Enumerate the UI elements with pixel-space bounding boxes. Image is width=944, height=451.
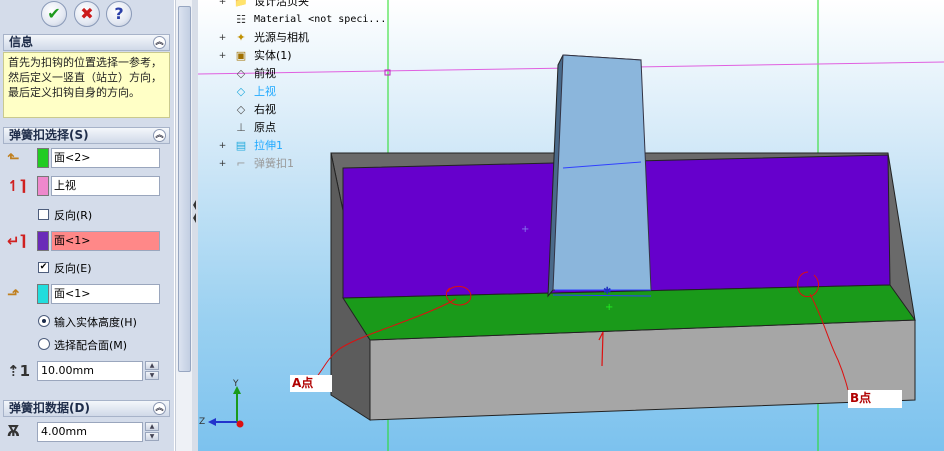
solid-body-icon: ▣ [235, 49, 247, 62]
tree-item-front-plane[interactable]: 前视 [254, 67, 276, 81]
lights-icon: ✦ [236, 31, 246, 44]
scrollbar-thumb[interactable] [178, 6, 191, 372]
face4-selection-field[interactable]: 面<1> [51, 284, 160, 304]
face4-color-swatch [37, 284, 49, 304]
height-icon: ⇡1 [7, 362, 31, 380]
snap-data-title: 弹簧扣数据(D) [9, 401, 90, 415]
plane-icon: ◇ [236, 103, 246, 116]
width-icon: Ѫ [7, 422, 20, 440]
tree-item-lights-cameras[interactable]: 光源与相机 [254, 31, 309, 45]
triad-z-label: Z [199, 417, 205, 427]
info-title: 信息 [9, 35, 34, 49]
collapse-icon[interactable]: ︽ [153, 36, 166, 49]
svg-text:+: + [605, 302, 613, 313]
select-mate-face-radio[interactable] [38, 338, 50, 350]
tree-item-design-binder[interactable]: 设计活页夹 [254, 0, 309, 9]
ok-button[interactable]: ✔ [41, 1, 67, 27]
plane-icon: ◇ [236, 85, 246, 98]
tree-item-origin[interactable]: 原点 [254, 121, 276, 135]
snap-hook-icon: ⌐ [236, 157, 246, 170]
confirm-toolbar: ✔ ✖ ? [0, 0, 174, 30]
extrude-icon: ▤ [235, 139, 247, 152]
graphics-viewport[interactable]: ✱ + + Y Z + 📁 设计活页夹 ☷ Material <not spec… [198, 0, 944, 451]
origin-icon: ⊥ [236, 121, 246, 134]
expand-toggle[interactable]: + [218, 142, 227, 151]
svg-text:✱: ✱ [603, 286, 611, 297]
snap-select-title: 弹簧扣选择(S) [9, 128, 89, 142]
expand-toggle[interactable]: + [218, 0, 227, 7]
input-height-radio[interactable] [38, 315, 50, 327]
width-spin-down-button[interactable]: ▼ [145, 432, 159, 441]
face1-selection-field[interactable]: 面<2> [51, 148, 160, 168]
vertical-direction-icon: ↿⌉ [7, 177, 27, 195]
callout-b-label: B点 [848, 390, 902, 408]
face3-color-swatch [37, 231, 49, 251]
height-input[interactable]: 10.00mm [37, 361, 143, 381]
snap-select-header[interactable]: 弹簧扣选择(S) ︽ [3, 127, 170, 144]
reverse2-label: 反向(E) [54, 262, 92, 275]
cancel-button[interactable]: ✖ [74, 1, 100, 27]
check-icon: ✔ [47, 4, 61, 23]
tree-item-material[interactable]: Material <not speci... [254, 13, 386, 27]
input-height-label: 输入实体高度(H) [54, 316, 137, 329]
face-select-icon: ⬑ [7, 149, 20, 167]
expand-toggle[interactable]: + [218, 34, 227, 43]
folder-icon: 📁 [234, 0, 248, 8]
triad-y-label: Y [232, 379, 239, 389]
height-spin-up-button[interactable]: ▲ [145, 361, 159, 370]
face3-selection-field[interactable]: 面<1> [51, 231, 160, 251]
plane-icon: ◇ [236, 67, 246, 80]
panel-scrollbar[interactable] [175, 0, 193, 451]
info-message: 首先为扣钩的位置选择一参考，然后定义一竖直（站立）方向，最后定义扣钩自身的方向。 [3, 52, 170, 118]
reverse1-label: 反向(R) [54, 209, 93, 222]
expand-toggle[interactable] [218, 16, 227, 25]
width-input[interactable]: 4.00mm [37, 422, 143, 442]
select-mate-face-label: 选择配合面(M) [54, 339, 128, 352]
expand-toggle[interactable]: + [218, 52, 227, 61]
hook-direction-icon: ⬏ [7, 285, 20, 303]
tree-item-snap-hook1[interactable]: 弹簧扣1 [254, 157, 294, 171]
face1-color-swatch [37, 148, 49, 168]
face2-selection-field[interactable]: 上视 [51, 176, 160, 196]
direction-arrow-icon: ↵⌉ [7, 232, 27, 250]
tree-item-solid-bodies[interactable]: 实体(1) [254, 49, 292, 63]
expand-toggle[interactable]: + [218, 160, 227, 169]
tree-item-right-plane[interactable]: 右视 [254, 103, 276, 117]
reverse1-checkbox[interactable] [38, 209, 49, 220]
material-icon: ☷ [236, 13, 246, 26]
collapse-icon[interactable]: ︽ [153, 402, 166, 415]
property-manager: ✔ ✖ ? 信息 ︽ 首先为扣钩的位置选择一参考，然后定义一竖直（站立）方向，最… [0, 0, 174, 451]
help-button[interactable]: ? [106, 1, 132, 27]
face2-color-swatch [37, 176, 49, 196]
feature-tree: + 📁 设计活页夹 ☷ Material <not speci... + ✦ 光… [198, 0, 398, 180]
question-icon: ? [114, 4, 124, 23]
svg-text:+: + [521, 224, 529, 235]
tree-item-top-plane[interactable]: 上视 [254, 85, 276, 99]
x-icon: ✖ [80, 4, 94, 23]
info-header[interactable]: 信息 ︽ [3, 34, 170, 51]
reverse2-checkbox[interactable]: ✔ [38, 262, 49, 273]
callout-a-label: A点 [290, 375, 332, 392]
snap-data-header[interactable]: 弹簧扣数据(D) ︽ [3, 400, 170, 417]
height-spin-down-button[interactable]: ▼ [145, 371, 159, 380]
width-spin-up-button[interactable]: ▲ [145, 422, 159, 431]
tree-item-extrude1[interactable]: 拉伸1 [254, 139, 283, 153]
collapse-icon[interactable]: ︽ [153, 129, 166, 142]
